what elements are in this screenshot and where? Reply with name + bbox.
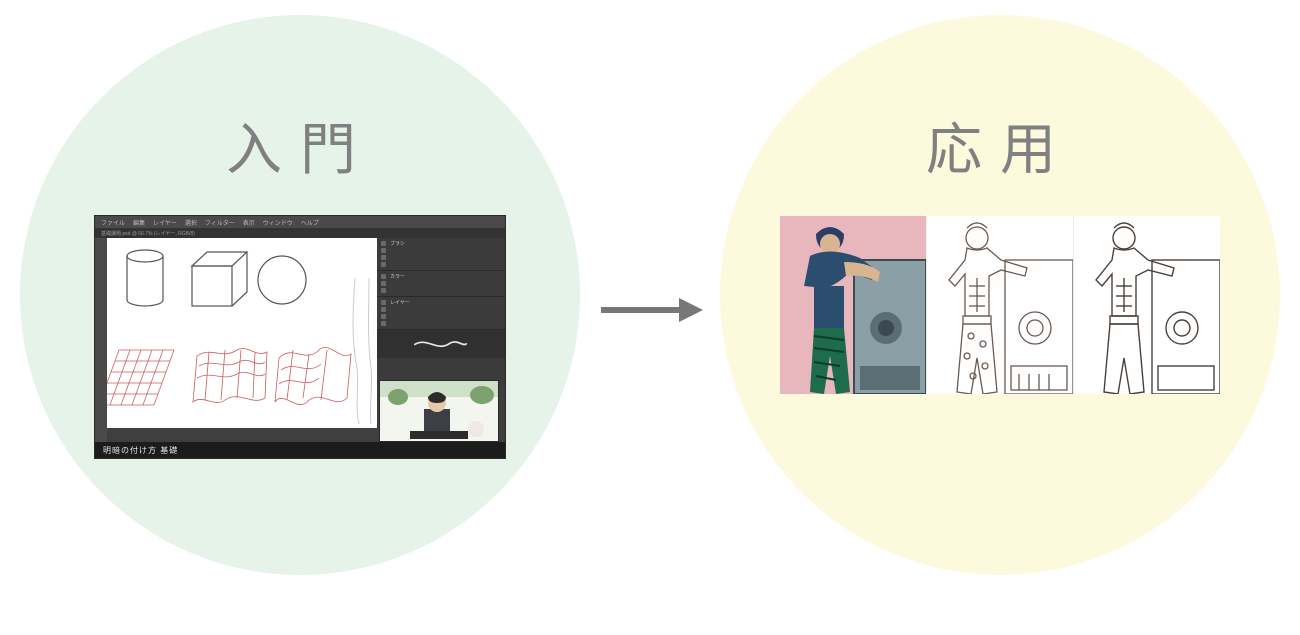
shape-cube <box>192 252 247 306</box>
illustration-variants <box>780 216 1220 394</box>
panel-label: カラー <box>390 273 405 280</box>
editor-side-panels: ブラシ カラー レイヤー <box>377 238 505 386</box>
shape-cylinder <box>127 250 163 306</box>
illustration-painted <box>780 216 927 394</box>
illustration-lineart-shaded <box>927 216 1074 394</box>
illustration-lineart-clean <box>1074 216 1220 394</box>
shape-grid-wave-2 <box>275 347 351 404</box>
editor-screenshot: ファイル 編集 レイヤー 選択 フィルター 表示 ウィンドウ ヘルプ 基礎課題.… <box>95 216 505 458</box>
panel-color: カラー <box>377 271 505 297</box>
editor-canvas <box>107 238 377 428</box>
advanced-thumbnail <box>720 216 1280 394</box>
diagram-stage: 入門 ファイル 編集 レイヤー 選択 フィルター 表示 ウィンドウ ヘルプ 基礎… <box>0 0 1300 635</box>
panel-label: ブラシ <box>390 240 405 247</box>
arrow-progression-icon <box>595 290 705 330</box>
instructor-video-pip <box>379 380 499 442</box>
shape-leg <box>353 278 372 424</box>
stage-advanced-title: 応用 <box>926 105 1074 186</box>
panel-layers: レイヤー <box>377 297 505 330</box>
brush-stroke-preview <box>377 330 505 358</box>
shape-grid-flat <box>107 350 174 405</box>
shape-grid-wave-1 <box>193 348 267 402</box>
editor-footer-caption: 明暗の付け方 基礎 <box>95 442 505 458</box>
stage-advanced: 応用 <box>720 15 1280 575</box>
panel-label: レイヤー <box>390 299 410 306</box>
shape-sphere <box>258 256 306 304</box>
stage-beginner: 入門 ファイル 編集 レイヤー 選択 フィルター 表示 ウィンドウ ヘルプ 基礎… <box>20 15 580 575</box>
panel-brush: ブラシ <box>377 238 505 271</box>
editor-tool-palette <box>95 238 107 442</box>
beginner-thumbnail: ファイル 編集 レイヤー 選択 フィルター 表示 ウィンドウ ヘルプ 基礎課題.… <box>20 216 580 458</box>
stage-beginner-title: 入門 <box>226 105 374 186</box>
